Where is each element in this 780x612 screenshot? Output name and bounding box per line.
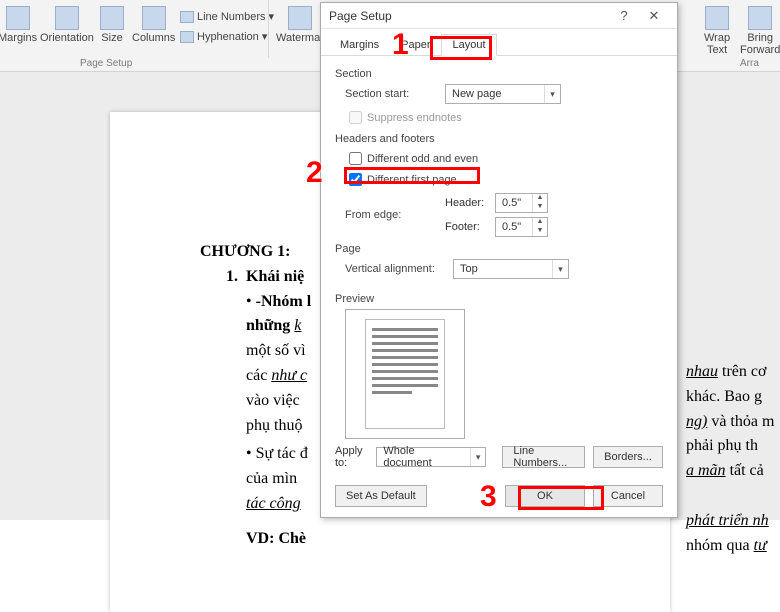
- footer-label: Footer:: [445, 221, 495, 233]
- different-first-page-label: Different first page: [367, 174, 457, 186]
- different-odd-even-checkbox[interactable]: [349, 152, 362, 165]
- line-numbers-button[interactable]: Line Numbers ▾: [180, 10, 274, 23]
- page-right-overflow: nhau trên cơ khác. Bao g ng) và thỏa m p…: [686, 250, 780, 558]
- dialog-title: Page Setup: [329, 3, 392, 29]
- preview-page-thumb: [365, 319, 445, 429]
- tab-margins[interactable]: Margins: [329, 34, 390, 56]
- page-setup-group-label: Page Setup: [80, 58, 132, 69]
- preview-label: Preview: [335, 293, 663, 305]
- chevron-down-icon: ▾: [552, 260, 568, 278]
- apply-to-label: Apply to:: [335, 445, 368, 469]
- vertical-alignment-label: Vertical alignment:: [335, 263, 453, 275]
- different-odd-even-label: Different odd and even: [367, 153, 478, 165]
- wrap-text-button[interactable]: Wrap Text: [704, 6, 730, 56]
- cancel-button[interactable]: Cancel: [593, 485, 663, 507]
- borders-button[interactable]: Borders...: [593, 446, 663, 468]
- bring-forward-button[interactable]: Bring Forward: [740, 6, 780, 56]
- section-start-combo[interactable]: New page▾: [445, 84, 561, 104]
- vertical-alignment-combo[interactable]: Top▾: [453, 259, 569, 279]
- suppress-endnotes-label: Suppress endnotes: [367, 112, 462, 124]
- header-label: Header:: [445, 197, 495, 209]
- page-section-label: Page: [335, 243, 663, 255]
- set-as-default-button[interactable]: Set As Default: [335, 485, 427, 507]
- header-spinner[interactable]: 0.5" ▲▼: [495, 193, 548, 213]
- chevron-down-icon: ▾: [544, 85, 560, 103]
- from-edge-label: From edge:: [335, 209, 445, 221]
- close-button[interactable]: ✕: [639, 3, 669, 29]
- hyphenation-button[interactable]: Hyphenation ▾: [180, 30, 267, 43]
- orientation-button[interactable]: Orientation: [40, 6, 94, 44]
- different-first-page-checkbox[interactable]: [349, 173, 362, 186]
- ok-button[interactable]: OK: [505, 485, 585, 507]
- arrange-group-label: Arra: [740, 58, 759, 69]
- section-start-label: Section start:: [335, 88, 445, 100]
- preview-box: [345, 309, 465, 439]
- section-label: Section: [335, 68, 663, 80]
- dialog-titlebar: Page Setup ? ✕: [321, 3, 677, 29]
- page-setup-dialog: Page Setup ? ✕ Margins Paper Layout Sect…: [320, 2, 678, 518]
- headers-footers-label: Headers and footers: [335, 133, 663, 145]
- apply-to-combo[interactable]: Whole document▾: [376, 447, 486, 467]
- suppress-endnotes-checkbox: [349, 111, 362, 124]
- line-numbers-button[interactable]: Line Numbers...: [502, 446, 585, 468]
- size-button[interactable]: Size: [100, 6, 124, 44]
- example-label: VD: Chè: [246, 527, 650, 552]
- tab-layout[interactable]: Layout: [441, 34, 496, 56]
- tab-paper[interactable]: Paper: [390, 34, 441, 56]
- help-button[interactable]: ?: [609, 3, 639, 29]
- columns-button[interactable]: Columns: [132, 6, 175, 44]
- watermark-button[interactable]: Watermar: [276, 6, 324, 44]
- chevron-down-icon: ▾: [470, 448, 486, 466]
- footer-spinner[interactable]: 0.5" ▲▼: [495, 217, 548, 237]
- dialog-tabs: Margins Paper Layout: [321, 33, 677, 56]
- margins-button[interactable]: Margins: [0, 6, 37, 44]
